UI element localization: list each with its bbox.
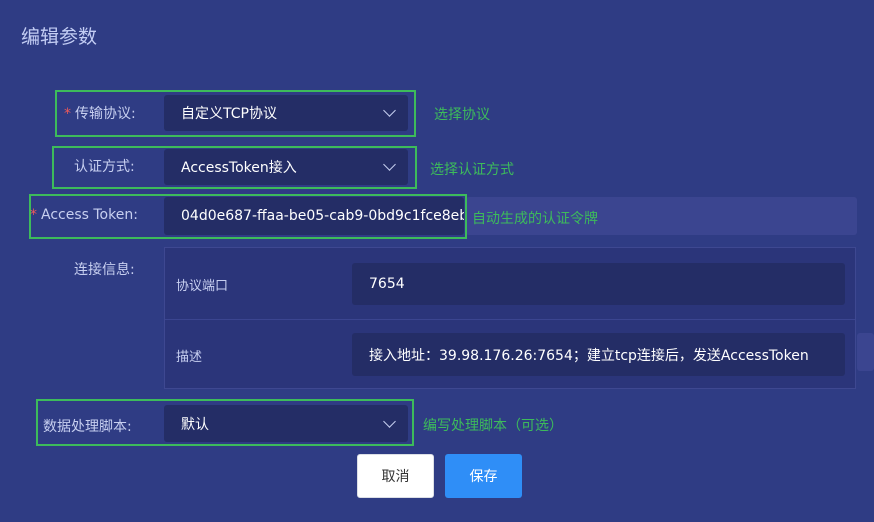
token-label-wrap: * Access Token: <box>30 207 138 223</box>
connection-label: 连接信息: <box>74 262 135 278</box>
token-label: Access Token: <box>41 207 138 223</box>
chevron-down-icon <box>383 158 396 171</box>
chevron-down-icon <box>383 104 396 117</box>
description-value: 接入地址：39.98.176.26:7654；建立tcp连接后，发送Access… <box>369 347 809 364</box>
auth-annotation: 选择认证方式 <box>430 162 514 178</box>
script-annotation: 编写处理脚本（可选） <box>423 418 563 434</box>
port-input[interactable]: 7654 <box>352 263 845 305</box>
script-select[interactable]: 默认 <box>164 405 408 442</box>
table-divider <box>165 319 855 320</box>
save-button[interactable]: 保存 <box>445 454 522 498</box>
protocol-select[interactable]: 自定义TCP协议 <box>164 95 408 131</box>
protocol-annotation: 选择协议 <box>434 107 490 123</box>
description-input[interactable]: 接入地址：39.98.176.26:7654；建立tcp连接后，发送Access… <box>352 333 845 376</box>
required-mark: * <box>64 106 71 122</box>
auth-label: 认证方式: <box>74 159 135 175</box>
port-label: 协议端口 <box>176 279 229 294</box>
copy-button-partial[interactable] <box>857 333 874 371</box>
protocol-label-wrap: * 传输协议: <box>64 103 136 123</box>
auth-select-value: AccessToken接入 <box>181 160 297 176</box>
cancel-button[interactable]: 取消 <box>357 454 434 498</box>
description-label: 描述 <box>176 350 203 365</box>
dialog-title: 编辑参数 <box>21 26 98 48</box>
chevron-down-icon <box>383 414 396 428</box>
protocol-select-value: 自定义TCP协议 <box>181 106 277 122</box>
auth-select[interactable]: AccessToken接入 <box>164 149 408 185</box>
port-value: 7654 <box>369 276 405 292</box>
token-annotation: 自动生成的认证令牌 <box>472 211 598 227</box>
protocol-label: 传输协议: <box>75 106 136 122</box>
required-mark: * <box>30 207 37 223</box>
script-label: 数据处理脚本: <box>43 419 132 435</box>
script-select-value: 默认 <box>181 416 209 433</box>
